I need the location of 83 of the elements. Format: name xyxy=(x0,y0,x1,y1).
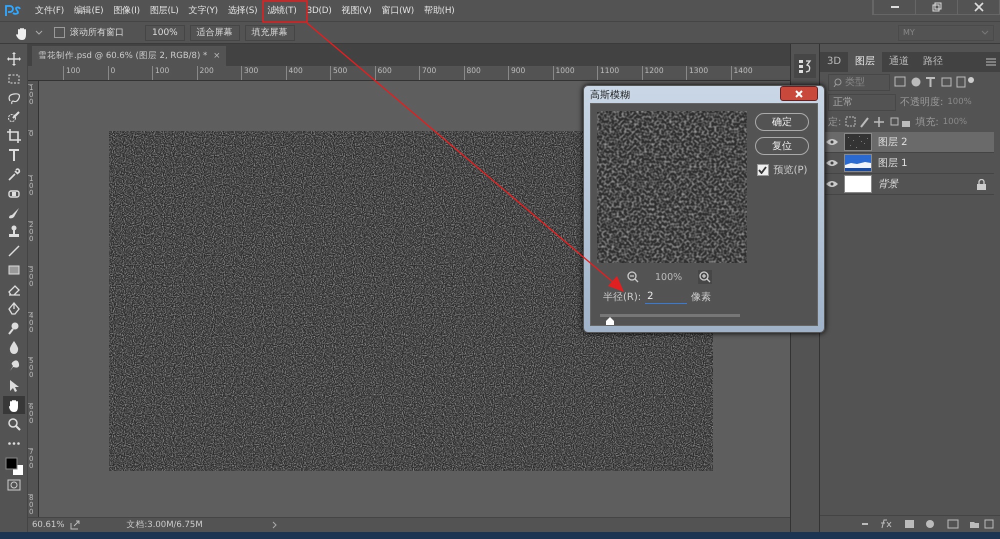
menu-icon[interactable] xyxy=(986,58,996,66)
option-button[interactable]: 适合屏幕 xyxy=(190,24,240,41)
menu-item[interactable]: 帮助(H) xyxy=(419,4,460,17)
lock-icons-drawing[interactable] xyxy=(845,116,912,128)
zoom-level: 100% xyxy=(655,272,682,282)
menu-item[interactable]: 图层(L) xyxy=(144,4,184,17)
panel-tab[interactable]: 图层 xyxy=(848,52,882,72)
dialog-button[interactable]: 确定 xyxy=(755,113,809,131)
app-logo[interactable] xyxy=(4,4,22,18)
layer-thumbnail xyxy=(844,175,872,194)
close-button[interactable] xyxy=(780,86,818,101)
checkbox[interactable] xyxy=(54,27,65,38)
quick-mask-icon[interactable] xyxy=(6,479,20,492)
caret-icon[interactable] xyxy=(35,30,43,36)
zoom-in-icon[interactable] xyxy=(698,270,712,284)
menu-item[interactable]: 视图(V) xyxy=(336,4,376,17)
document-size: 文档:3.00M/6.75M xyxy=(126,519,204,532)
option-button[interactable]: 填充屏幕 xyxy=(244,24,295,41)
layer-name: 图层 2 xyxy=(878,136,908,150)
restore-icon xyxy=(932,2,942,12)
quick-select-icon xyxy=(6,110,20,124)
menu-item[interactable]: 滤镜(T) xyxy=(262,4,302,17)
minimize-icon xyxy=(890,6,898,8)
blend-mode-dropdown[interactable]: 正常 xyxy=(828,94,896,111)
move-icon xyxy=(6,52,20,66)
menu-item[interactable]: 图像(I) xyxy=(108,4,145,17)
slider-thumb[interactable] xyxy=(604,317,615,325)
history-button[interactable] xyxy=(794,54,816,78)
fill-label: 填充: xyxy=(915,116,939,130)
zoom-level: 60.61% xyxy=(32,520,64,530)
type-icon xyxy=(6,148,20,162)
menu-item[interactable]: 编辑(E) xyxy=(68,4,108,17)
eye-icon[interactable] xyxy=(826,159,838,168)
checkbox-label: 预览(P) xyxy=(774,164,808,177)
eye-icon[interactable] xyxy=(826,180,838,188)
hand-icon xyxy=(6,398,20,412)
dodge-icon xyxy=(6,321,20,335)
checkbox-label: 滚动所有窗口 xyxy=(70,26,124,40)
more-icon xyxy=(8,442,20,445)
dialog-button[interactable]: 复位 xyxy=(755,137,809,155)
panel-tab[interactable]: 3D xyxy=(820,52,848,72)
lasso-icon xyxy=(6,90,20,105)
menu-item[interactable]: 选择(S) xyxy=(222,4,262,17)
checkbox[interactable] xyxy=(756,164,769,176)
filter-icons-drawing[interactable] xyxy=(894,76,974,88)
line-icon xyxy=(6,244,20,258)
crop-icon xyxy=(6,129,20,144)
ps-logo-icon xyxy=(4,4,22,18)
unit-label: 像素 xyxy=(691,290,712,304)
lock-icon xyxy=(977,178,986,190)
export-icon[interactable] xyxy=(70,520,80,530)
panel-tab[interactable]: 路径 xyxy=(916,52,950,72)
panel-tab[interactable]: 通道 xyxy=(882,52,916,72)
pen-icon xyxy=(6,302,20,316)
opacity-label: 不透明度: xyxy=(900,96,944,110)
layer-name: 背景 xyxy=(878,178,898,192)
close-icon xyxy=(974,2,984,12)
radius-field[interactable]: 2 xyxy=(645,290,688,304)
option-button[interactable]: 100% xyxy=(145,24,185,41)
layer-name: 图层 1 xyxy=(878,157,908,170)
stamp-icon xyxy=(6,225,20,240)
search-icon xyxy=(833,78,842,87)
eyedropper-icon xyxy=(6,168,20,182)
history-icon xyxy=(798,58,812,74)
zoom-icon xyxy=(6,416,20,431)
marquee-icon xyxy=(6,72,20,86)
lock-label: 定: xyxy=(828,116,842,130)
menu-item[interactable]: 3D(D) xyxy=(302,6,337,16)
zoom-out-icon[interactable] xyxy=(627,271,639,283)
annotation-box xyxy=(262,0,308,23)
close-icon xyxy=(795,90,803,98)
dialog-title: 高斯模糊 xyxy=(590,88,631,102)
caret-icon xyxy=(981,30,989,36)
eye-icon[interactable] xyxy=(826,138,838,146)
menu-item[interactable]: 窗口(W) xyxy=(376,4,420,17)
document-tab[interactable]: 雪花制作.psd @ 60.6% (图层 2, RGB/8) * × xyxy=(32,46,226,66)
tool-button[interactable] xyxy=(2,396,24,414)
gradient-icon xyxy=(6,263,20,278)
menu-item[interactable]: 文件(F) xyxy=(30,4,69,17)
radius-label: 半径(R): xyxy=(603,290,642,304)
chevron-icon[interactable] xyxy=(272,521,278,530)
menu-item[interactable]: 文字(Y) xyxy=(184,4,223,17)
eraser-icon xyxy=(6,282,20,297)
